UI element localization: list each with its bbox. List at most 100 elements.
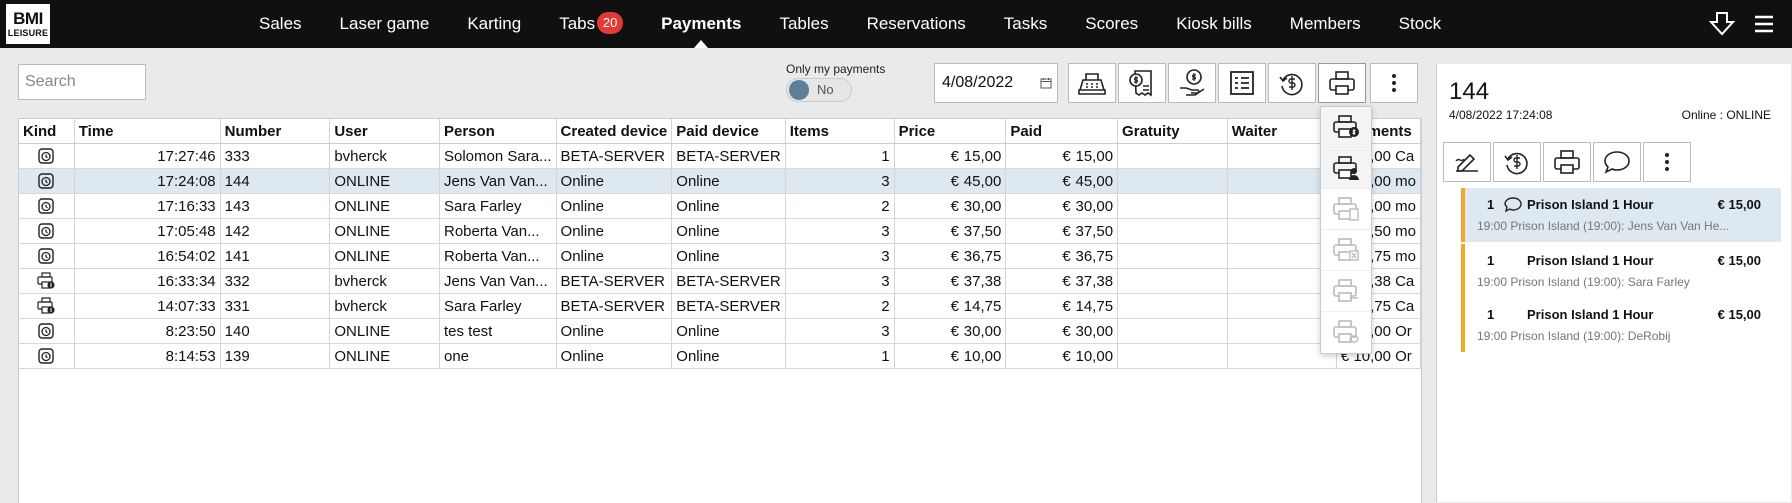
nav-tasks[interactable]: Tasks [985, 0, 1066, 48]
order-line-1[interactable]: 1 Prison Island 1 Hour € 15,00 19:00 Pri… [1461, 188, 1781, 242]
detail-print-button[interactable] [1543, 142, 1591, 182]
cell-number: 141 [220, 243, 331, 269]
order-line-3[interactable]: 1 Prison Island 1 Hour € 15,00 19:00 Pri… [1461, 298, 1781, 352]
nav-karting[interactable]: Karting [448, 0, 540, 48]
edit-sign-icon [1455, 153, 1478, 172]
calendar-icon [1040, 78, 1052, 89]
col-paid[interactable]: Paid [1005, 119, 1119, 144]
print-disabled-icon [1333, 320, 1359, 343]
cell-created-device: BETA-SERVER [556, 268, 673, 294]
cell-price: €45,00 [894, 168, 1007, 194]
cell-user: ONLINE [329, 218, 440, 244]
nav-tabs[interactable]: Tabs 20 [540, 0, 642, 48]
printer-kind-icon [37, 272, 55, 289]
cell-items: 2 [785, 293, 895, 319]
col-person[interactable]: Person [439, 119, 557, 144]
cell-items: 3 [785, 168, 895, 194]
table-row[interactable]: 16:33:34 332 bvherck Jens Van Van... BETA-SE… [19, 268, 1421, 294]
only-my-payments-toggle[interactable]: No [786, 78, 852, 102]
cell-paid-device: BETA-SERVER [671, 293, 786, 319]
cell-time: 17:05:48 [74, 218, 221, 244]
download-arrow-icon[interactable] [1708, 10, 1736, 38]
cell-paid: €36,75 [1005, 243, 1119, 269]
table-row[interactable]: 8:23:50 140 ONLINE tes test Online Online 3 €30… [19, 318, 1421, 344]
col-user[interactable]: User [329, 119, 440, 144]
cell-created-device: BETA-SERVER [556, 143, 673, 169]
table-row[interactable]: 17:05:48 142 ONLINE Roberta Van... Online Onl… [19, 218, 1421, 244]
cell-paid-device: BETA-SERVER [671, 268, 786, 294]
cash-register-button[interactable] [1068, 63, 1116, 103]
detail-datetime: 4/08/2022 17:24:08 [1449, 108, 1553, 122]
receipt-button[interactable] [1118, 63, 1166, 103]
detail-refund-button[interactable] [1493, 142, 1541, 182]
date-picker[interactable]: 4/08/2022 [934, 63, 1058, 103]
cell-kind [19, 168, 75, 194]
col-kind[interactable]: Kind [19, 119, 75, 144]
print-person-option[interactable] [1321, 148, 1371, 189]
checklist-button[interactable] [1218, 63, 1266, 103]
table-header-row: Kind Time Number User Person Created dev… [19, 119, 1421, 144]
print-invoice-option[interactable] [1321, 107, 1371, 148]
toggle-knob [789, 80, 809, 100]
hamburger-menu-icon[interactable] [1750, 10, 1778, 38]
col-number[interactable]: Number [220, 119, 331, 144]
nav-scores[interactable]: Scores [1066, 0, 1157, 48]
cell-items: 1 [785, 343, 895, 369]
detail-payment-number: 144 [1449, 78, 1490, 105]
cell-paid-device: Online [671, 318, 786, 344]
cell-price: €10,00 [894, 343, 1007, 369]
cell-paid: €30,00 [1005, 318, 1119, 344]
bmi-leisure-logo[interactable]: BMI LEISURE [6, 4, 50, 44]
col-gratuity[interactable]: Gratuity [1117, 119, 1228, 144]
print-option-3 [1321, 189, 1371, 230]
printer-icon [1329, 71, 1355, 95]
table-row[interactable]: 8:14:53 139 ONLINE one Online Online 1 €10,00 €1… [19, 343, 1421, 369]
table-row[interactable]: 17:27:46 333 bvherck Solomon Sara... BETA-SE… [19, 143, 1421, 169]
refund-icon [1279, 73, 1303, 96]
table-row[interactable]: 14:07:33 331 bvherck Sara Farley BETA-SERVER… [19, 293, 1421, 319]
nav-laser-game[interactable]: Laser game [321, 0, 449, 48]
payment-hand-button[interactable] [1168, 63, 1216, 103]
detail-more-button[interactable] [1643, 142, 1691, 182]
nav-kiosk-bills[interactable]: Kiosk bills [1157, 0, 1271, 48]
nav-payments[interactable]: Payments [642, 0, 760, 48]
detail-comment-button[interactable] [1593, 142, 1641, 182]
detail-edit-button[interactable] [1443, 142, 1491, 182]
col-time[interactable]: Time [74, 119, 221, 144]
cell-created-device: Online [556, 193, 673, 219]
cell-kind [19, 218, 75, 244]
cell-price: €37,38 [894, 268, 1007, 294]
col-price[interactable]: Price [894, 119, 1007, 144]
order-line-2[interactable]: 1 Prison Island 1 Hour € 15,00 19:00 Pri… [1461, 244, 1781, 298]
comment-icon [1604, 151, 1630, 174]
cell-created-device: Online [556, 243, 673, 269]
payment-detail-panel: 144 4/08/2022 17:24:08 Online : ONLINE 1… [1436, 64, 1791, 502]
table-row[interactable]: 17:16:33 143 ONLINE Sara Farley Online Online… [19, 193, 1421, 219]
col-created-device[interactable]: Created device [556, 119, 673, 144]
nav-members[interactable]: Members [1271, 0, 1380, 48]
refund-button[interactable] [1268, 63, 1316, 103]
online-kind-icon [38, 148, 55, 164]
cell-paid-device: Online [671, 343, 786, 369]
table-row[interactable]: 16:54:02 141 ONLINE Roberta Van... Online Onl… [19, 243, 1421, 269]
receipt-icon [1129, 70, 1152, 97]
cell-gratuity [1117, 293, 1228, 319]
detail-status: Online : ONLINE [1681, 108, 1771, 122]
nav-sales[interactable]: Sales [240, 0, 321, 48]
cell-paid: €30,00 [1005, 193, 1119, 219]
col-items[interactable]: Items [785, 119, 895, 144]
cell-items: 3 [785, 243, 895, 269]
col-paid-device[interactable]: Paid device [671, 119, 786, 144]
nav-stock[interactable]: Stock [1380, 0, 1461, 48]
cell-person: Jens Van Van... [439, 168, 557, 194]
checklist-icon [1230, 71, 1254, 95]
cell-number: 144 [220, 168, 331, 194]
nav-reservations[interactable]: Reservations [848, 0, 985, 48]
table-row[interactable]: 17:24:08 144 ONLINE Jens Van Van... Online On… [19, 168, 1421, 194]
cell-number: 143 [220, 193, 331, 219]
nav-tables[interactable]: Tables [760, 0, 847, 48]
more-options-button[interactable] [1370, 63, 1418, 103]
search-input[interactable] [18, 64, 146, 100]
cell-kind [19, 318, 75, 344]
print-button[interactable] [1318, 63, 1366, 103]
